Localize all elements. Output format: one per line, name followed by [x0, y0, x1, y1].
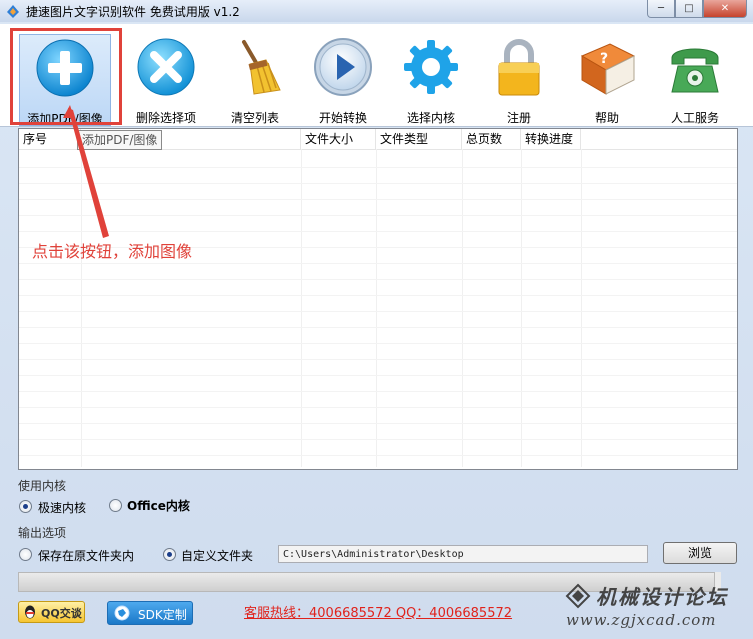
grid-line	[19, 295, 737, 296]
radio-label: 极速内核	[38, 501, 87, 515]
toolbar-label: 开始转换	[318, 111, 367, 125]
radio-save-original-folder[interactable]	[19, 548, 32, 561]
grid-line	[19, 455, 737, 456]
grid-line	[19, 343, 737, 344]
lock-icon	[498, 39, 540, 96]
column-header-pages[interactable]: 总页数	[462, 129, 521, 149]
svg-text:?: ?	[600, 51, 608, 67]
title-bar[interactable]: 捷速图片文字识别软件 免费试用版 v1.2 ─ □ ✕	[0, 0, 753, 22]
radio-fast-engine[interactable]	[19, 500, 32, 513]
browse-button[interactable]: 浏览	[663, 542, 737, 564]
engine-section-title: 使用内核	[18, 479, 67, 493]
grid-line	[81, 149, 82, 467]
output-section-title: 输出选项	[18, 526, 67, 540]
grid-line	[19, 311, 737, 312]
sdk-globe-icon	[114, 605, 130, 621]
column-header-progress[interactable]: 转换进度	[521, 129, 581, 149]
human-service-button[interactable]: 人工服务	[650, 34, 740, 125]
watermark-logo-icon	[565, 583, 591, 609]
grid-line	[19, 167, 737, 168]
app-logo-icon	[7, 5, 19, 18]
select-engine-button[interactable]: 选择内核	[386, 34, 476, 125]
grid-line	[581, 149, 582, 467]
grid-line	[376, 149, 377, 467]
toolbar-label: 删除选择项	[135, 111, 196, 125]
toolbar-label: 清空列表	[230, 111, 279, 125]
app-window: 捷速图片文字识别软件 免费试用版 v1.2 ─ □ ✕ 添加PDF/图像 删除选…	[0, 0, 753, 639]
maximize-button[interactable]: □	[675, 0, 703, 18]
help-book-icon: ?	[580, 43, 636, 95]
toolbar-label: 注册	[506, 111, 531, 125]
minimize-button[interactable]: ─	[647, 0, 675, 18]
radio-label: Office内核	[127, 499, 190, 513]
start-convert-button[interactable]: 开始转换	[298, 34, 388, 125]
qq-chat-button[interactable]: QQ交谈	[18, 601, 85, 623]
broom-icon	[242, 40, 281, 95]
column-header-size[interactable]: 文件大小	[301, 129, 376, 149]
toolbar-label: 人工服务	[670, 111, 719, 125]
grid-line	[19, 231, 737, 232]
grid-line	[19, 327, 737, 328]
file-list[interactable]: 序号 文件名称 文件大小 文件类型 总页数 转换进度 添加PDF/图像	[18, 128, 738, 470]
play-icon	[314, 38, 372, 96]
grid-line	[19, 439, 737, 440]
register-button[interactable]: 注册	[474, 34, 564, 125]
tooltip: 添加PDF/图像	[77, 130, 163, 150]
grid-line	[19, 215, 737, 216]
column-header-type[interactable]: 文件类型	[376, 129, 462, 149]
delete-selected-button[interactable]: 删除选择项	[121, 34, 211, 125]
qq-penguin-icon	[25, 605, 35, 619]
output-path-input[interactable]: C:\Users\Administrator\Desktop	[278, 545, 648, 563]
window-controls: ─ □ ✕	[647, 0, 747, 18]
clear-list-button[interactable]: 清空列表	[210, 34, 300, 125]
grid-line	[301, 149, 302, 467]
gear-icon	[404, 40, 458, 94]
highlight-box	[10, 28, 122, 125]
radio-label: 保存在原文件夹内	[38, 549, 135, 563]
watermark-url: www.zgjxcad.com	[566, 611, 717, 629]
grid-line	[19, 279, 737, 280]
grid-line	[19, 359, 737, 360]
help-button[interactable]: ? 帮助	[562, 34, 652, 125]
radio-label: 自定义文件夹	[181, 549, 254, 563]
service-hotline-link[interactable]: 客服热线：4006685572 QQ：4006685572	[244, 602, 512, 621]
qq-chat-label: QQ交谈	[41, 607, 82, 620]
watermark-title: 机械设计论坛	[596, 585, 728, 609]
sdk-custom-label: SDK定制	[138, 608, 187, 622]
sdk-custom-button[interactable]: SDK定制	[107, 601, 193, 625]
column-header-index[interactable]: 序号	[19, 129, 81, 149]
toolbar-label: 帮助	[594, 111, 619, 125]
grid-line	[19, 263, 737, 264]
delete-icon	[137, 38, 195, 96]
annotation-text: 点击该按钮，添加图像	[32, 242, 193, 261]
radio-custom-folder[interactable]	[163, 548, 176, 561]
telephone-icon	[671, 48, 719, 93]
close-button[interactable]: ✕	[703, 0, 747, 18]
grid-line	[19, 423, 737, 424]
grid-line	[521, 149, 522, 467]
grid-line	[19, 183, 737, 184]
grid-line	[19, 407, 737, 408]
grid-line	[19, 391, 737, 392]
grid-line	[19, 375, 737, 376]
grid-line	[462, 149, 463, 467]
toolbar-label: 选择内核	[406, 111, 455, 125]
window-title: 捷速图片文字识别软件 免费试用版 v1.2	[26, 5, 240, 19]
grid-line	[19, 199, 737, 200]
radio-office-engine[interactable]	[109, 499, 122, 512]
